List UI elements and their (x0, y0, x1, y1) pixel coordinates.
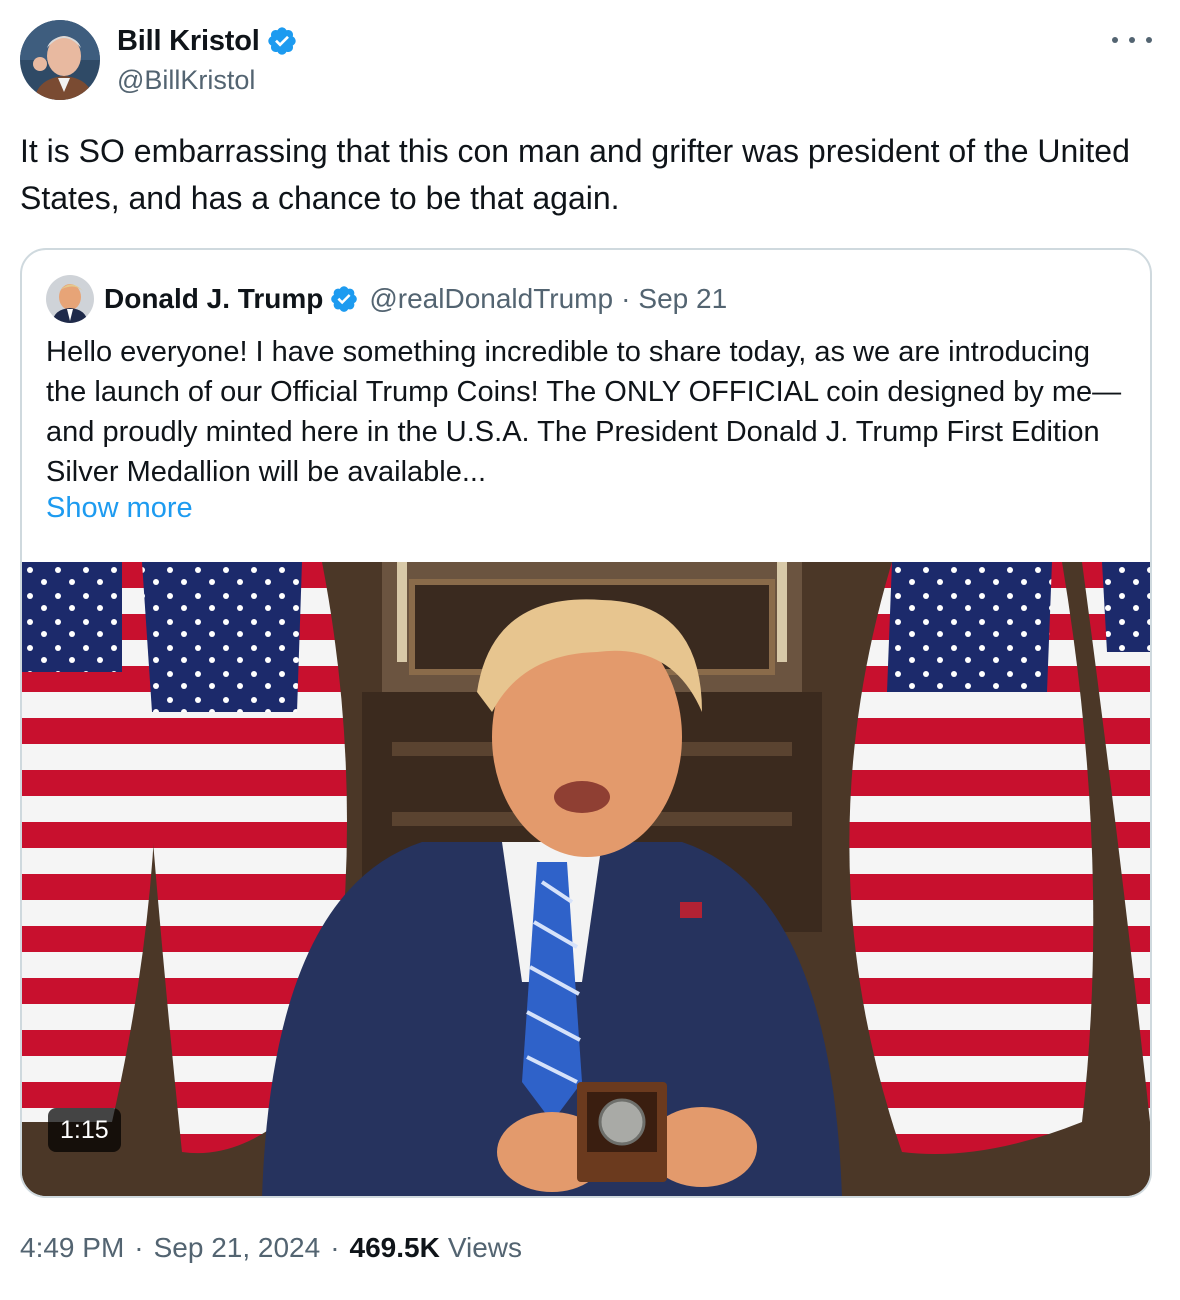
quoted-tweet-text: Hello everyone! I have something incredi… (46, 336, 1122, 488)
author-handle[interactable]: @BillKristol (117, 65, 298, 96)
video-thumbnail (22, 562, 1150, 1196)
tweet-time[interactable]: 4:49 PM (20, 1232, 124, 1264)
author-name[interactable]: Bill Kristol (117, 25, 260, 58)
video-duration: 1:15 (48, 1108, 121, 1152)
video-player[interactable]: 1:15 (22, 562, 1150, 1196)
author-avatar[interactable] (20, 20, 100, 100)
tweet-date[interactable]: Sep 21, 2024 (154, 1232, 321, 1264)
verified-badge-icon (267, 27, 296, 55)
tweet-text: It is SO embarrassing that this con man … (20, 133, 1130, 216)
tweet-metadata: 4:49 PM · Sep 21, 2024 · 469.5K Views (20, 1232, 522, 1264)
verified-badge-icon (331, 286, 358, 312)
views-count[interactable]: 469.5K (350, 1232, 440, 1264)
more-options-icon[interactable] (1112, 28, 1152, 52)
meta-separator: · (134, 1232, 144, 1263)
quoted-date[interactable]: Sep 21 (638, 283, 727, 315)
author-avatar-image (20, 20, 100, 100)
tweet-header: Bill Kristol @BillKristol (20, 18, 1160, 102)
show-more-link[interactable]: Show more (46, 492, 193, 525)
views-label: Views (447, 1232, 523, 1263)
quoted-author-handle[interactable]: @realDonaldTrump (369, 283, 613, 315)
quoted-tweet-header: Donald J. Trump @realDonaldTrump · Sep 2… (46, 274, 727, 324)
quoted-author-avatar[interactable] (46, 275, 94, 323)
meta-separator: · (621, 283, 631, 314)
quoted-author-name[interactable]: Donald J. Trump (104, 283, 323, 315)
quoted-tweet-card[interactable]: Donald J. Trump @realDonaldTrump · Sep 2… (20, 248, 1152, 1198)
meta-separator: · (330, 1232, 340, 1263)
quoted-avatar-image (46, 275, 94, 323)
